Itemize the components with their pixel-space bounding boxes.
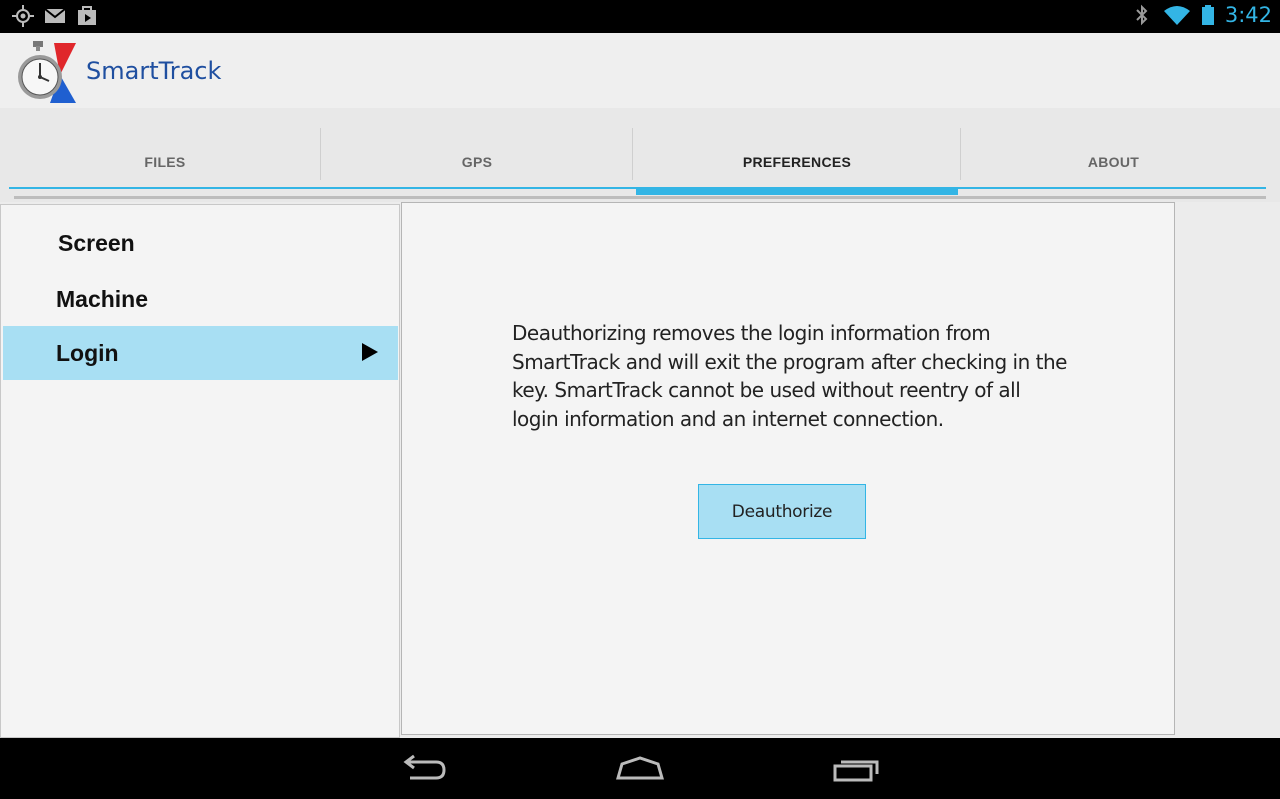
pref-item-screen[interactable]: Screen [1,216,399,270]
stopwatch-logo[interactable] [16,39,78,103]
content-area: Screen Machine Login Deauthorizing remov… [0,202,1280,738]
app-title: SmartTrack [86,57,222,85]
selected-arrow-icon [362,343,378,361]
deauthorize-description: Deauthorizing removes the login informat… [512,321,1067,431]
wifi-icon [1163,6,1190,25]
deauthorize-button[interactable]: Deauthorize [698,484,866,539]
pref-item-login[interactable]: Login [3,326,398,380]
gmail-icon [44,8,66,23]
tab-label: ABOUT [1087,153,1140,170]
login-detail-panel: Deauthorizing removes the login informat… [401,202,1175,735]
gps-icon [12,5,34,27]
system-icons: 3:42 [1131,3,1272,27]
play-store-icon [78,6,96,25]
tab-underline [9,187,1266,189]
tab-files[interactable]: FILES [9,128,321,195]
notification-icons [12,5,98,27]
preferences-list: Screen Machine Login [0,204,400,738]
tab-label: GPS [461,153,493,170]
status-bar: 3:42 [0,0,1280,33]
action-bar: SmartTrack [0,33,1280,108]
pref-item-label: Login [56,339,119,366]
tab-about[interactable]: ABOUT [961,128,1266,195]
tab-gps[interactable]: GPS [321,128,633,195]
pref-item-label: Screen [58,229,135,256]
tab-label: PREFERENCES [742,153,852,170]
bluetooth-icon [1136,4,1148,26]
pref-item-machine[interactable]: Machine [1,272,399,326]
pref-item-label: Machine [56,285,149,312]
tab-selected-indicator [636,189,958,195]
navigation-bar [0,738,1280,799]
tab-divider-shadow [14,196,1266,199]
clock: 3:42 [1224,3,1272,27]
tab-label: FILES [144,153,186,170]
recents-icon[interactable] [829,752,885,786]
home-icon[interactable] [612,752,668,786]
battery-icon [1201,5,1214,25]
back-icon[interactable] [396,752,452,786]
tab-preferences[interactable]: PREFERENCES [633,128,961,195]
